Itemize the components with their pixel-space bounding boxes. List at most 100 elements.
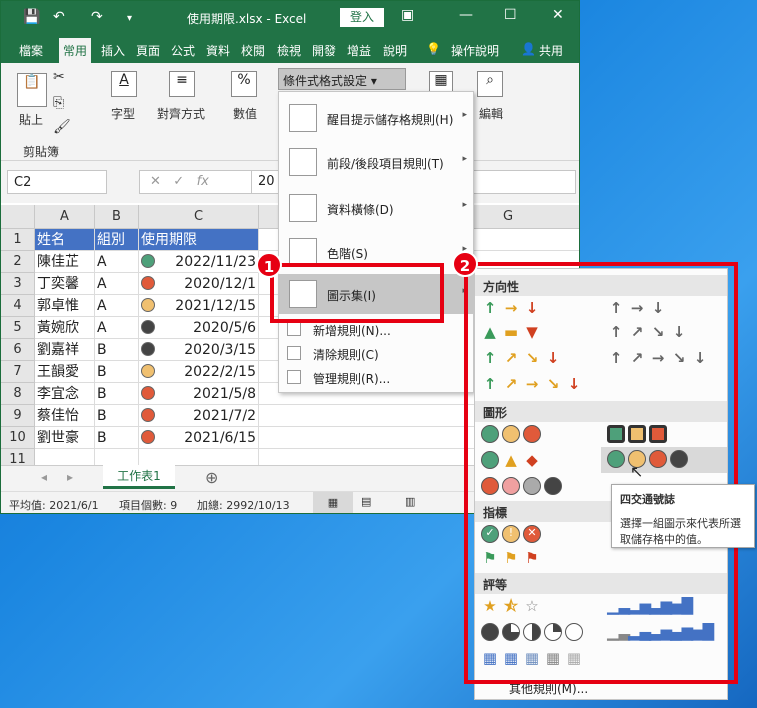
tab-review[interactable]: 校閱 <box>241 42 265 59</box>
alignment-label[interactable]: 對齊方式 <box>157 105 205 122</box>
font-icon[interactable]: A <box>111 71 137 97</box>
paste-label[interactable]: 貼上 <box>19 111 43 128</box>
font-label[interactable]: 字型 <box>111 105 135 122</box>
undo-icon[interactable]: ↶ <box>53 9 65 25</box>
scroll-right-icon[interactable]: ▸ <box>67 470 73 484</box>
menu-highlight-rules[interactable]: 醒目提示儲存格規則(H) ▸ <box>279 98 473 138</box>
table-header-cell[interactable]: 組別 <box>95 229 139 251</box>
tab-insert[interactable]: 插入 <box>101 42 125 59</box>
tab-page[interactable]: 頁面 <box>136 42 160 59</box>
table-cell[interactable]: 劉嘉祥 <box>35 339 95 361</box>
format-painter-icon[interactable]: 🖌 <box>53 119 71 135</box>
menu-manage-rules[interactable]: 管理規則(R)... <box>279 366 473 390</box>
menu-top-bottom-rules[interactable]: 前段/後段項目規則(T) ▸ <box>279 142 473 182</box>
table-cell[interactable]: B <box>95 405 139 427</box>
close-icon[interactable]: ✕ <box>552 7 564 23</box>
table-cell[interactable]: 郭卓惟 <box>35 295 95 317</box>
tab-help[interactable]: 說明 <box>383 42 407 59</box>
table-cell[interactable]: 王韻愛 <box>35 361 95 383</box>
alignment-icon[interactable]: ≡ <box>169 71 195 97</box>
row-header[interactable]: 1 <box>1 229 35 251</box>
tab-view[interactable]: 檢視 <box>277 42 301 59</box>
row-header[interactable]: 2 <box>1 251 35 273</box>
row-header[interactable]: 9 <box>1 405 35 427</box>
table-cell[interactable]: 2021/12/15 <box>139 295 259 317</box>
search-icon[interactable]: ⌕ <box>477 71 503 97</box>
table-cell[interactable]: 2022/2/15 <box>139 361 259 383</box>
page-break-icon[interactable]: ▥ <box>405 495 415 508</box>
status-dot-icon <box>141 254 155 268</box>
ribbon-options-icon[interactable]: ▣ <box>401 7 414 23</box>
normal-view-icon[interactable]: ▦ <box>313 492 353 513</box>
table-cell[interactable]: B <box>95 427 139 449</box>
customize-qat-icon[interactable]: ▾ <box>127 13 132 24</box>
maximize-icon[interactable]: ☐ <box>504 7 517 23</box>
row-header[interactable]: 8 <box>1 383 35 405</box>
login-button[interactable]: 登入 <box>340 8 384 27</box>
number-icon[interactable]: % <box>231 71 257 97</box>
table-cell[interactable]: A <box>95 251 139 273</box>
fx-icon[interactable]: fx <box>197 174 209 189</box>
row-header[interactable]: 10 <box>1 427 35 449</box>
table-cell[interactable]: 2021/6/15 <box>139 427 259 449</box>
table-cell[interactable]: 丁奕馨 <box>35 273 95 295</box>
table-cell[interactable]: 李宜念 <box>35 383 95 405</box>
number-label[interactable]: 數值 <box>233 105 257 122</box>
table-cell[interactable]: 劉世豪 <box>35 427 95 449</box>
row-header[interactable]: 5 <box>1 317 35 339</box>
column-header[interactable]: C <box>139 205 259 229</box>
table-cell[interactable]: 2021/7/2 <box>139 405 259 427</box>
menu-data-bars[interactable]: 資料橫條(D) ▸ <box>279 188 473 228</box>
minimize-icon[interactable]: — <box>459 7 473 23</box>
table-cell[interactable]: B <box>95 383 139 405</box>
table-cell[interactable]: A <box>95 273 139 295</box>
conditional-format-button[interactable]: 條件式格式設定 ▾ <box>278 68 406 90</box>
tab-developer[interactable]: 開發 <box>312 42 336 59</box>
copy-icon[interactable]: ⎘ <box>53 95 64 111</box>
table-cell[interactable]: 2020/3/15 <box>139 339 259 361</box>
share-button[interactable]: 共用 <box>539 42 563 59</box>
paste-icon[interactable]: 📋 <box>17 73 47 107</box>
table-header-cell[interactable]: 使用期限 <box>139 229 259 251</box>
save-icon[interactable]: 💾 <box>23 9 40 25</box>
tab-data[interactable]: 資料 <box>206 42 230 59</box>
row-header[interactable]: 3 <box>1 273 35 295</box>
table-cell[interactable]: B <box>95 339 139 361</box>
status-dot-icon <box>141 298 155 312</box>
table-cell[interactable]: 蔡佳怡 <box>35 405 95 427</box>
table-cell[interactable]: 2020/12/1 <box>139 273 259 295</box>
tab-formulas[interactable]: 公式 <box>171 42 195 59</box>
edit-label[interactable]: 編輯 <box>479 105 503 122</box>
table-cell[interactable]: A <box>95 295 139 317</box>
table-cell[interactable]: A <box>95 317 139 339</box>
column-header[interactable]: A <box>35 205 95 229</box>
row-header[interactable]: 4 <box>1 295 35 317</box>
menu-label: 醒目提示儲存格規則(H) <box>327 113 454 127</box>
eraser-icon <box>287 346 301 360</box>
redo-icon[interactable]: ↷ <box>91 9 103 25</box>
column-header[interactable]: B <box>95 205 139 229</box>
table-cell[interactable]: 2021/5/8 <box>139 383 259 405</box>
row-header[interactable]: 6 <box>1 339 35 361</box>
lightbulb-icon[interactable]: 💡 <box>426 42 441 56</box>
tell-me[interactable]: 操作說明 <box>451 42 499 59</box>
row-header[interactable]: 7 <box>1 361 35 383</box>
table-cell[interactable]: 2020/5/6 <box>139 317 259 339</box>
tab-file[interactable]: 檔案 <box>19 42 43 59</box>
menu-clear-rules[interactable]: 清除規則(C) <box>279 342 473 366</box>
table-header-cell[interactable]: 姓名 <box>35 229 95 251</box>
scroll-left-icon[interactable]: ◂ <box>41 470 47 484</box>
cut-icon[interactable]: ✂ <box>53 69 65 85</box>
tab-addins[interactable]: 增益 <box>347 42 371 59</box>
sheet-tab[interactable]: 工作表1 <box>103 465 175 489</box>
tab-home[interactable]: 常用 <box>59 38 92 63</box>
table-cell[interactable]: B <box>95 361 139 383</box>
table-cell[interactable]: 2022/11/23 <box>139 251 259 273</box>
share-icon[interactable]: 👤 <box>521 42 536 56</box>
add-sheet-icon[interactable]: ⊕ <box>205 468 218 487</box>
table-cell[interactable]: 黃婉欣 <box>35 317 95 339</box>
select-all[interactable] <box>1 205 35 229</box>
page-layout-icon[interactable]: ▤ <box>361 495 371 508</box>
table-cell[interactable]: 陳佳芷 <box>35 251 95 273</box>
name-box[interactable]: C2 <box>7 170 107 194</box>
